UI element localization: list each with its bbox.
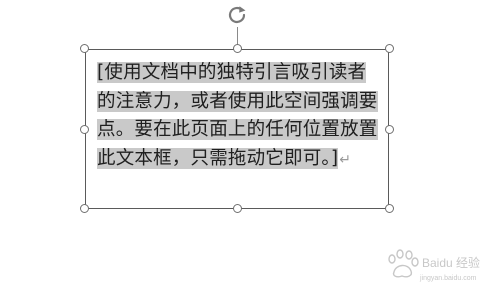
resize-handle-top-right[interactable] bbox=[385, 44, 394, 53]
paragraph-mark-icon: ↵ bbox=[339, 151, 352, 168]
watermark-text: Baidu 经验 bbox=[422, 255, 480, 270]
resize-handle-middle-right[interactable] bbox=[385, 125, 394, 134]
text-box-content[interactable]: [使用文档中的独特引言吸引读者的注意力，或者使用此空间强调要点。要在此页面上的任… bbox=[97, 59, 383, 174]
resize-handle-bottom-center[interactable] bbox=[233, 204, 242, 213]
resize-handle-top-center[interactable] bbox=[233, 44, 242, 53]
resize-handle-bottom-right[interactable] bbox=[385, 204, 394, 213]
baidu-jingyan-watermark-logo: Baidu 经验 jingyan.baidu.com bbox=[388, 249, 480, 282]
rotate-handle-icon[interactable] bbox=[225, 3, 249, 27]
watermark-url: jingyan.baidu.com bbox=[419, 275, 477, 282]
selected-text: [使用文档中的独特引言吸引读者的注意力，或者使用此空间强调要点。要在此页面上的任… bbox=[97, 62, 378, 169]
document-canvas: [使用文档中的独特引言吸引读者的注意力，或者使用此空间强调要点。要在此页面上的任… bbox=[0, 0, 500, 293]
resize-handle-top-left[interactable] bbox=[80, 44, 89, 53]
resize-handle-bottom-left[interactable] bbox=[80, 204, 89, 213]
resize-handle-middle-left[interactable] bbox=[80, 125, 89, 134]
